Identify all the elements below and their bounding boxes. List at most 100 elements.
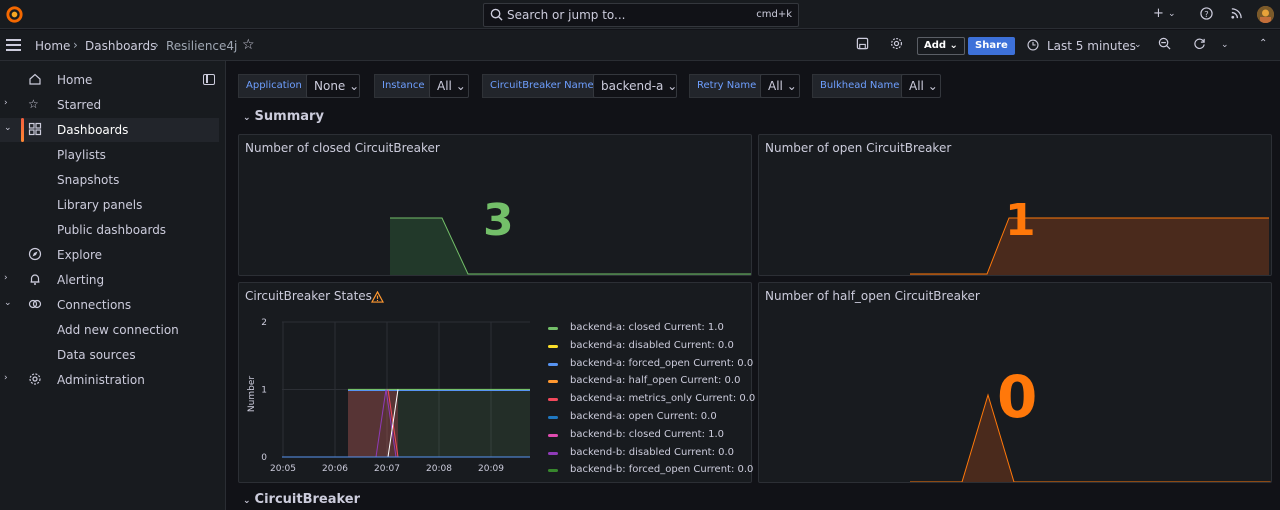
sidebar-item-public-dashboards[interactable]: Public dashboards	[0, 218, 219, 242]
chevron-down-icon[interactable]: ⌄	[1134, 40, 1142, 50]
add-button[interactable]: Add ⌄	[917, 37, 965, 55]
chevron-down-icon[interactable]: ⌄	[4, 123, 12, 133]
svg-text:?: ?	[1204, 9, 1208, 19]
variable-select[interactable]: All ⌄	[760, 74, 800, 98]
zoom-out-icon[interactable]	[1158, 37, 1171, 50]
panel-half-open-circuitbreaker[interactable]: Number of half_open CircuitBreaker 0	[758, 282, 1272, 483]
sidebar-item-data-sources[interactable]: Data sources	[0, 343, 219, 367]
sidebar-item-dashboards[interactable]: ⌄ Dashboards	[0, 118, 219, 142]
legend-label: backend-b: disabled Current: 0.0	[570, 446, 735, 458]
sidebar-item-library-panels[interactable]: Library panels	[0, 193, 219, 217]
avatar[interactable]	[1257, 6, 1274, 23]
x-tick-label: 20:05	[270, 464, 296, 474]
panel-open-circuitbreaker[interactable]: Number of open CircuitBreaker 1	[758, 134, 1272, 276]
y-axis-label: Number	[247, 376, 257, 412]
stat-value: 1	[1005, 195, 1036, 246]
stat-value: 0	[997, 363, 1038, 431]
legend-label: backend-a: closed Current: 1.0	[570, 322, 724, 333]
home-icon	[29, 73, 41, 85]
breadcrumb-separator: ›	[73, 38, 78, 52]
variable-select[interactable]: backend-a ⌄	[593, 74, 677, 98]
row-title: Summary	[254, 109, 324, 124]
variable-select[interactable]: All ⌄	[429, 74, 469, 98]
chevron-right-icon[interactable]: ›	[4, 273, 8, 283]
gear-icon[interactable]	[890, 37, 903, 50]
sidebar-item-home[interactable]: Home	[0, 68, 219, 92]
legend-item[interactable]: backend-a: metrics_only Current: 0.0	[548, 391, 755, 408]
chevron-down-icon: ⌄	[243, 496, 251, 506]
row-circuitbreaker[interactable]: ⌄ CircuitBreaker	[243, 492, 360, 507]
breadcrumb-home[interactable]: Home	[35, 39, 70, 53]
chevron-down-icon[interactable]: ⌄	[4, 298, 12, 308]
time-range-picker[interactable]: Last 5 minutes	[1047, 39, 1136, 53]
chevron-right-icon[interactable]: ›	[4, 98, 8, 108]
bell-icon	[30, 274, 40, 285]
legend-item[interactable]: backend-a: open Current: 0.0	[548, 409, 748, 426]
save-icon[interactable]	[856, 37, 869, 50]
legend-item[interactable]: backend-a: closed Current: 1.0	[548, 320, 748, 337]
x-tick-label: 20:08	[426, 464, 452, 474]
legend-item[interactable]: backend-b: forced_open Current: 0.0	[548, 462, 753, 479]
star-icon: ☆	[28, 97, 39, 111]
stat-value: 3	[483, 195, 514, 246]
legend-label: backend-a: open Current: 0.0	[570, 411, 717, 422]
sidebar-item-label: Public dashboards	[57, 223, 167, 237]
breadcrumb-separator: ›	[154, 38, 159, 52]
variable-select[interactable]: None ⌄	[306, 74, 360, 98]
legend-swatch	[548, 469, 558, 473]
sidebar-item-label: Starred	[57, 98, 102, 112]
legend-label: backend-a: half_open Current: 0.0	[570, 375, 741, 387]
plus-icon[interactable]: +	[1153, 7, 1164, 21]
chevron-down-icon[interactable]: ⌄	[1168, 7, 1176, 21]
variable-select[interactable]: All ⌄	[901, 74, 941, 98]
sidebar-item-snapshots[interactable]: Snapshots	[0, 168, 219, 192]
help-icon[interactable]: ?	[1200, 7, 1213, 20]
connections-icon	[28, 299, 42, 309]
menu-icon[interactable]	[6, 39, 21, 51]
variable-label: Instance	[374, 74, 433, 98]
y-tick-label: 2	[261, 318, 267, 328]
sidebar-item-explore[interactable]: Explore	[0, 243, 219, 267]
search-bar[interactable]: Search or jump to... cmd+k	[483, 3, 799, 27]
star-icon[interactable]: ☆	[242, 37, 255, 53]
chevron-up-icon[interactable]: ⌃	[1259, 38, 1267, 49]
chevron-down-icon[interactable]: ⌄	[1221, 40, 1229, 50]
sidebar: Home › ☆ Starred ⌄ Dashboards Playlists …	[0, 61, 226, 510]
legend-swatch	[548, 398, 558, 402]
legend-label: backend-a: forced_open Current: 0.0	[570, 357, 754, 369]
legend-swatch	[548, 451, 558, 455]
sidebar-item-alerting[interactable]: › Alerting	[0, 268, 219, 292]
sidebar-item-playlists[interactable]: Playlists	[0, 143, 219, 167]
sidebar-item-label: Add new connection	[57, 323, 179, 337]
sidebar-item-label: Dashboards	[57, 123, 129, 137]
grafana-logo-icon[interactable]	[5, 5, 24, 24]
sidebar-item-connections[interactable]: ⌄ Connections	[0, 293, 219, 317]
row-summary[interactable]: ⌄ Summary	[243, 109, 324, 124]
sidebar-item-label: Data sources	[57, 348, 136, 362]
sidebar-item-starred[interactable]: › ☆ Starred	[0, 93, 219, 117]
share-button[interactable]: Share	[968, 37, 1015, 55]
legend-swatch	[548, 362, 558, 366]
legend-item[interactable]: backend-a: disabled Current: 0.0	[548, 338, 748, 355]
breadcrumb-dashboards[interactable]: Dashboards	[85, 39, 156, 53]
legend-item[interactable]: backend-b: disabled Current: 0.0	[548, 445, 748, 462]
sidebar-item-add-new-connection[interactable]: Add new connection	[0, 318, 219, 342]
sidebar-item-label: Library panels	[57, 198, 143, 212]
legend-item[interactable]: backend-b: closed Current: 1.0	[548, 427, 748, 444]
active-indicator	[21, 118, 24, 142]
legend-label: backend-b: closed Current: 1.0	[570, 428, 725, 440]
legend-swatch	[548, 344, 558, 348]
x-tick-label: 20:07	[374, 464, 400, 474]
variable-label: Application	[238, 74, 310, 98]
legend-item[interactable]: backend-a: half_open Current: 0.0	[548, 373, 748, 390]
chevron-right-icon[interactable]: ›	[4, 373, 8, 383]
search-shortcut: cmd+k	[756, 9, 792, 20]
sidebar-item-label: Connections	[57, 298, 132, 312]
refresh-icon[interactable]	[1193, 37, 1206, 50]
search-icon	[490, 8, 503, 21]
panel-closed-circuitbreaker[interactable]: Number of closed CircuitBreaker 3	[238, 134, 752, 276]
legend-item[interactable]: backend-a: forced_open Current: 0.0	[548, 356, 753, 373]
rss-icon[interactable]	[1230, 7, 1243, 20]
sidebar-item-administration[interactable]: › Administration	[0, 368, 219, 392]
variable-label: CircuitBreaker Name	[482, 74, 602, 98]
